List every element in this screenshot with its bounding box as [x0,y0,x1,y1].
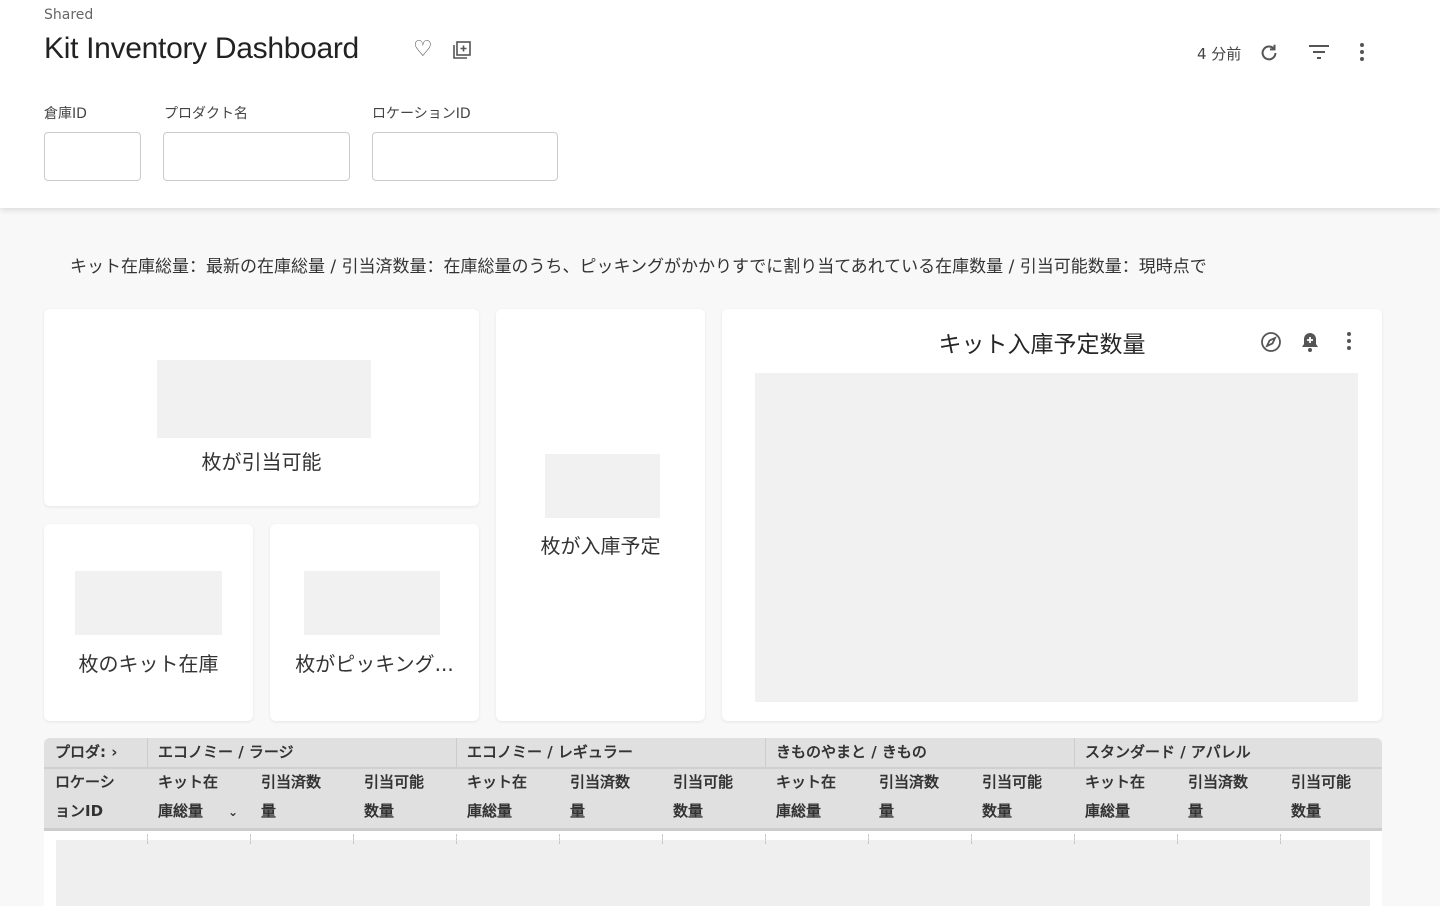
header-line: キット在 [1085,773,1146,791]
header-line: 引当済数 [570,773,631,791]
chevron-down-icon[interactable]: ⌄ [228,798,238,827]
alert-bell-icon[interactable] [1300,331,1320,356]
location-id-input[interactable] [372,132,558,181]
product-name-input[interactable] [163,132,350,181]
column-header[interactable]: 引当可能 数量 [364,768,424,826]
header-line: 量 [570,802,586,820]
divider [44,767,1382,769]
divider [1074,834,1075,844]
column-header[interactable]: 引当済数量 [570,768,630,826]
dashboard-header: Shared Kit Inventory Dashboard ♡ 4 分前 倉庫… [0,0,1440,208]
column-header[interactable]: 引当可能 数量 [673,768,733,826]
column-header[interactable]: 引当済数量 [1188,768,1248,826]
column-group-header: スタンダード / アパレル [1085,743,1251,761]
tile-label: 枚がピッキング... [295,652,454,676]
refresh-icon[interactable] [1258,42,1280,67]
column-header[interactable]: 引当可能 数量 [1291,768,1351,826]
chart-placeholder [755,373,1358,702]
column-group-header: エコノミー / ラージ [158,743,294,761]
divider [765,834,766,844]
header-line: 引当可能 [982,773,1043,791]
column-header[interactable]: 引当済数量 [261,768,321,826]
divider [456,834,457,844]
column-header[interactable]: キット在 庫総量 [467,768,527,826]
tile-label: 枚のキット在庫 [78,652,219,676]
header-line: 数量 [982,802,1013,820]
tile-label: 枚が引当可能 [201,450,322,474]
column-header[interactable]: キット在 庫総量 [776,768,836,826]
divider [971,834,972,844]
page-title: Kit Inventory Dashboard [44,32,359,65]
divider [456,738,457,767]
last-updated: 4 分前 [1197,45,1242,63]
tile-incoming: 枚が入庫予定 [496,309,705,721]
table-header: プロダ: › ロケーシ ョンID エコノミー / ラージ キット在 庫総量 ⌄ 引当済数量… [44,738,1382,831]
divider [765,738,766,767]
header-line: ロケーシ [55,773,115,791]
column-header[interactable]: 引当可能 数量 [982,768,1042,826]
table-body-placeholder [56,840,1370,906]
header-line: 庫総量 [1085,802,1131,820]
header-line: 引当済数 [879,773,940,791]
header-line: 数量 [673,802,704,820]
header-line: 量 [879,802,895,820]
header-line: キット在 [158,773,219,791]
divider [662,834,663,844]
header-line: 量 [1188,802,1204,820]
chart-incoming-quantity: キット入庫予定数量 [722,309,1382,721]
header-line: 庫総量 [158,802,204,820]
filter-icon[interactable] [1308,42,1330,65]
tile-stock: 枚のキット在庫 [44,524,253,721]
filter-label-location: ロケーションID [372,106,471,122]
divider [868,834,869,844]
header-line: 引当可能 [364,773,425,791]
header-line: 引当済数 [261,773,322,791]
column-group-header: エコノミー / レギュラー [467,743,633,761]
divider [147,834,148,844]
description-text: キット在庫総量：最新の在庫総量 / 引当済数量：在庫総量のうち、ピッキングがかか… [70,257,1207,277]
more-vert-icon[interactable] [1339,331,1359,354]
header-line: 数量 [364,802,395,820]
pivot-toggle[interactable]: プロダ: › [55,738,117,767]
column-header[interactable]: キット在 庫総量 [1085,768,1145,826]
divider [1177,834,1178,844]
row-header-location[interactable]: ロケーションID [55,768,115,826]
column-header[interactable]: キット在庫総量 ⌄ [158,768,238,826]
value-placeholder [304,571,440,635]
tile-picking: 枚がピッキング... [270,524,479,721]
value-placeholder [75,571,222,635]
add-to-board-icon[interactable] [452,40,472,63]
filter-label-product: プロダクト名 [164,106,248,122]
value-placeholder [545,454,660,518]
header-line: 数量 [1291,802,1322,820]
divider [1074,738,1075,767]
heart-icon[interactable]: ♡ [413,39,433,61]
divider [353,834,354,844]
divider [250,834,251,844]
tile-label: 枚が入庫予定 [540,534,661,558]
breadcrumb[interactable]: Shared [44,7,93,23]
header-line: 引当可能 [1291,773,1352,791]
header-line: キット在 [467,773,528,791]
header-line: 庫総量 [467,802,513,820]
value-placeholder [157,360,371,438]
header-line: ョンID [55,802,104,820]
pivot-table: プロダ: › ロケーシ ョンID エコノミー / ラージ キット在 庫総量 ⌄ 引当済数量… [44,738,1382,906]
divider [1280,834,1281,844]
header-line: 庫総量 [776,802,822,820]
header-line: 引当済数 [1188,773,1249,791]
divider [559,834,560,844]
header-line: 引当可能 [673,773,734,791]
header-line: キット在 [776,773,837,791]
filter-label-warehouse: 倉庫ID [44,106,87,122]
header-line: 量 [261,802,277,820]
explore-icon[interactable] [1260,331,1282,356]
divider [147,738,148,767]
tile-available: 枚が引当可能 [44,309,479,506]
warehouse-id-input[interactable] [44,132,141,181]
column-header[interactable]: 引当済数量 [879,768,939,826]
more-vert-icon[interactable] [1352,42,1372,65]
column-group-header: きものやまと / きもの [776,743,927,761]
